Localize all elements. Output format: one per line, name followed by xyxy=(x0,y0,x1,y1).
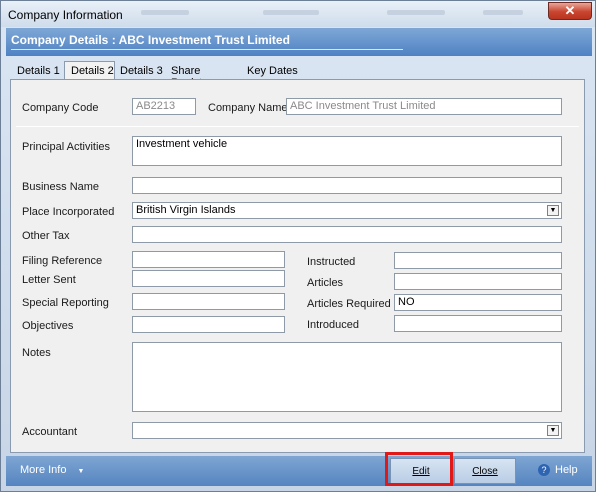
objectives-field[interactable] xyxy=(132,316,285,333)
separator xyxy=(16,126,579,127)
company-information-window: Company Information ✕ Company Details : … xyxy=(0,0,596,492)
company-name-label: Company Name xyxy=(208,102,288,114)
articles-label: Articles xyxy=(307,277,344,289)
accountant-label: Accountant xyxy=(22,426,78,438)
edit-highlight-box xyxy=(385,452,453,486)
tab-label: Details 2 xyxy=(71,65,114,77)
letter-sent-label: Letter Sent xyxy=(22,274,76,286)
business-name-field[interactable] xyxy=(132,177,562,194)
company-details-banner: Company Details : ABC Investment Trust L… xyxy=(6,28,592,56)
introduced-field[interactable] xyxy=(394,315,562,332)
notes-label: Notes xyxy=(22,347,51,359)
tab-details-2[interactable]: Details 2 xyxy=(64,61,115,80)
banner-underline xyxy=(11,49,403,50)
footer-toolbar: More Info ▼ Edit Close ? Help xyxy=(6,456,592,486)
notes-field[interactable] xyxy=(132,342,562,412)
title-bar: Company Information ✕ xyxy=(1,1,595,27)
place-incorporated-label: Place Incorporated xyxy=(22,206,115,218)
company-code-field[interactable]: AB2213 xyxy=(132,98,196,115)
tab-label: Details 3 xyxy=(120,65,163,77)
help-label: Help xyxy=(555,464,578,476)
tab-details-1[interactable]: Details 1 xyxy=(11,62,63,80)
chevron-down-icon[interactable]: ▼ xyxy=(547,425,559,436)
business-name-label: Business Name xyxy=(22,181,100,193)
accountant-dropdown[interactable]: ▼ xyxy=(132,422,562,439)
introduced-label: Introduced xyxy=(307,319,359,331)
help-button[interactable]: ? Help xyxy=(538,464,578,477)
window-close-button[interactable]: ✕ xyxy=(548,2,592,20)
title-ghost xyxy=(141,10,189,15)
tab-details-3[interactable]: Details 3 xyxy=(114,62,166,80)
letter-sent-field[interactable] xyxy=(132,270,285,287)
close-icon: ✕ xyxy=(564,3,576,18)
articles-field[interactable] xyxy=(394,273,562,290)
place-incorporated-dropdown[interactable]: British Virgin Islands ▼ xyxy=(132,202,562,219)
tab-label: Key Dates xyxy=(247,65,298,77)
title-ghost xyxy=(387,10,445,15)
close-button[interactable]: Close xyxy=(454,458,516,484)
filing-reference-field[interactable] xyxy=(132,251,285,268)
filing-reference-label: Filing Reference xyxy=(22,255,103,267)
other-tax-field[interactable] xyxy=(132,226,562,243)
other-tax-label: Other Tax xyxy=(22,230,70,242)
special-reporting-label: Special Reporting xyxy=(22,297,109,309)
help-icon: ? xyxy=(538,464,550,477)
tab-share-register[interactable]: Share Register xyxy=(165,62,243,89)
more-info-label: More Info xyxy=(20,464,67,476)
articles-required-field[interactable]: NO xyxy=(394,294,562,311)
instructed-field[interactable] xyxy=(394,252,562,269)
articles-required-label: Articles Required xyxy=(307,298,391,310)
principal-activities-label: Principal Activities xyxy=(22,141,111,153)
chevron-down-icon: ▼ xyxy=(77,468,85,475)
tab-key-dates[interactable]: Key Dates xyxy=(241,62,301,80)
chevron-down-icon[interactable]: ▼ xyxy=(547,205,559,216)
close-label: Close xyxy=(472,466,498,477)
more-info-button[interactable]: More Info ▼ xyxy=(20,464,84,476)
company-name-field[interactable]: ABC Investment Trust Limited xyxy=(286,98,562,115)
title-ghost xyxy=(483,10,523,15)
tab-label: Details 1 xyxy=(17,65,60,77)
company-code-label: Company Code xyxy=(22,102,99,114)
banner-title: Company Details : ABC Investment Trust L… xyxy=(11,33,290,47)
principal-activities-field[interactable]: Investment vehicle xyxy=(132,136,562,166)
window-title: Company Information xyxy=(8,8,123,22)
title-ghost xyxy=(263,10,319,15)
details-2-panel: Company Code AB2213 Company Name ABC Inv… xyxy=(10,79,585,453)
instructed-label: Instructed xyxy=(307,256,356,268)
place-incorporated-value: British Virgin Islands xyxy=(136,204,236,216)
objectives-label: Objectives xyxy=(22,320,74,332)
special-reporting-field[interactable] xyxy=(132,293,285,310)
